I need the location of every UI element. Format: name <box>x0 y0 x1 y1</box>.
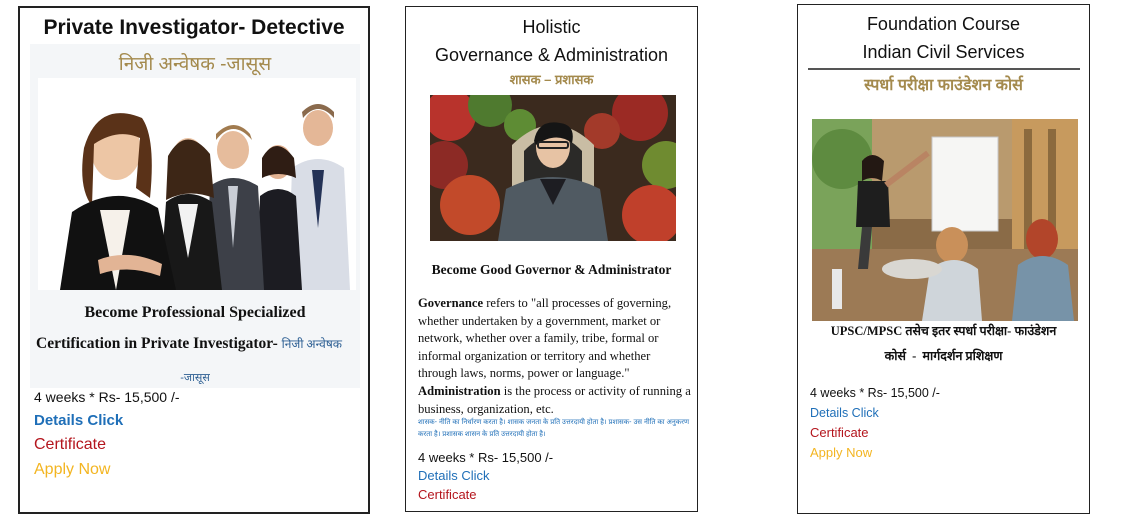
card-title-line-2: Governance & Administration <box>434 45 669 65</box>
certificate-link[interactable]: Certificate <box>34 436 106 454</box>
duration-price: 4 weeks * Rs- 15,500 /- <box>418 450 554 465</box>
card-title: Private Investigator- Detective <box>43 16 345 39</box>
course-card-governance: Holistic Governance & Administration शास… <box>405 6 698 512</box>
desc-term-administration: Administration <box>418 383 501 398</box>
course-card-civil-services: Foundation Course Indian Civil Services … <box>797 4 1090 514</box>
card-subtitle-hindi: शासक – प्रशासक <box>509 72 594 87</box>
duration-price: 4 weeks * Rs- 15,500 /- <box>810 386 940 400</box>
classroom-photo <box>812 119 1078 321</box>
card-title-line-1: Holistic <box>522 17 581 37</box>
title-divider <box>808 68 1080 70</box>
card-subtitle-hindi: निजी अन्वेषक -जासूस <box>118 54 272 75</box>
card-tagline-1: UPSC/MPSC तसेच इतर स्पर्धा परीक्षा- फाउं… <box>830 324 1057 338</box>
governor-photo <box>430 95 676 241</box>
tagline-hindi: निजी अन्वेषक <box>281 337 343 351</box>
tagline-english: Certification in Private Investigator- <box>36 335 278 352</box>
course-card-private-investigator: Private Investigator- Detective निजी अन्… <box>18 6 370 514</box>
duration-price: 4 weeks * Rs- 15,500 /- <box>34 389 180 405</box>
professionals-photo <box>38 78 356 290</box>
card-tagline-2: कोर्स - मार्गदर्शन प्रशिक्षण <box>884 349 1003 363</box>
details-click-link[interactable]: Details Click <box>418 468 490 483</box>
governance-description: Governance refers to "all processes of g… <box>418 295 692 418</box>
card-tagline-3-hindi: -जासूस <box>180 372 210 384</box>
apply-now-link[interactable]: Apply Now <box>34 461 110 479</box>
hindi-note: शासक- नीति का निर्धारण करता है। शासक जनत… <box>418 419 690 438</box>
card-tagline: Become Good Governor & Administrator <box>431 262 672 277</box>
certificate-link[interactable]: Certificate <box>418 487 477 502</box>
card-title-line-1: Foundation Course <box>866 14 1021 34</box>
card-tagline-2: Certification in Private Investigator- न… <box>36 335 366 353</box>
certificate-link[interactable]: Certificate <box>810 425 869 440</box>
details-click-link[interactable]: Details Click <box>34 412 123 429</box>
card-tagline-1: Become Professional Specialized <box>84 304 306 321</box>
card-title-line-2: Indian Civil Services <box>862 42 1025 62</box>
desc-term-governance: Governance <box>418 296 484 310</box>
card-subtitle-hindi: स्पर्धा परीक्षा फाउंडेशन कोर्स <box>864 77 1023 94</box>
details-click-link[interactable]: Details Click <box>810 406 879 420</box>
apply-now-link[interactable]: Apply Now <box>810 445 872 460</box>
